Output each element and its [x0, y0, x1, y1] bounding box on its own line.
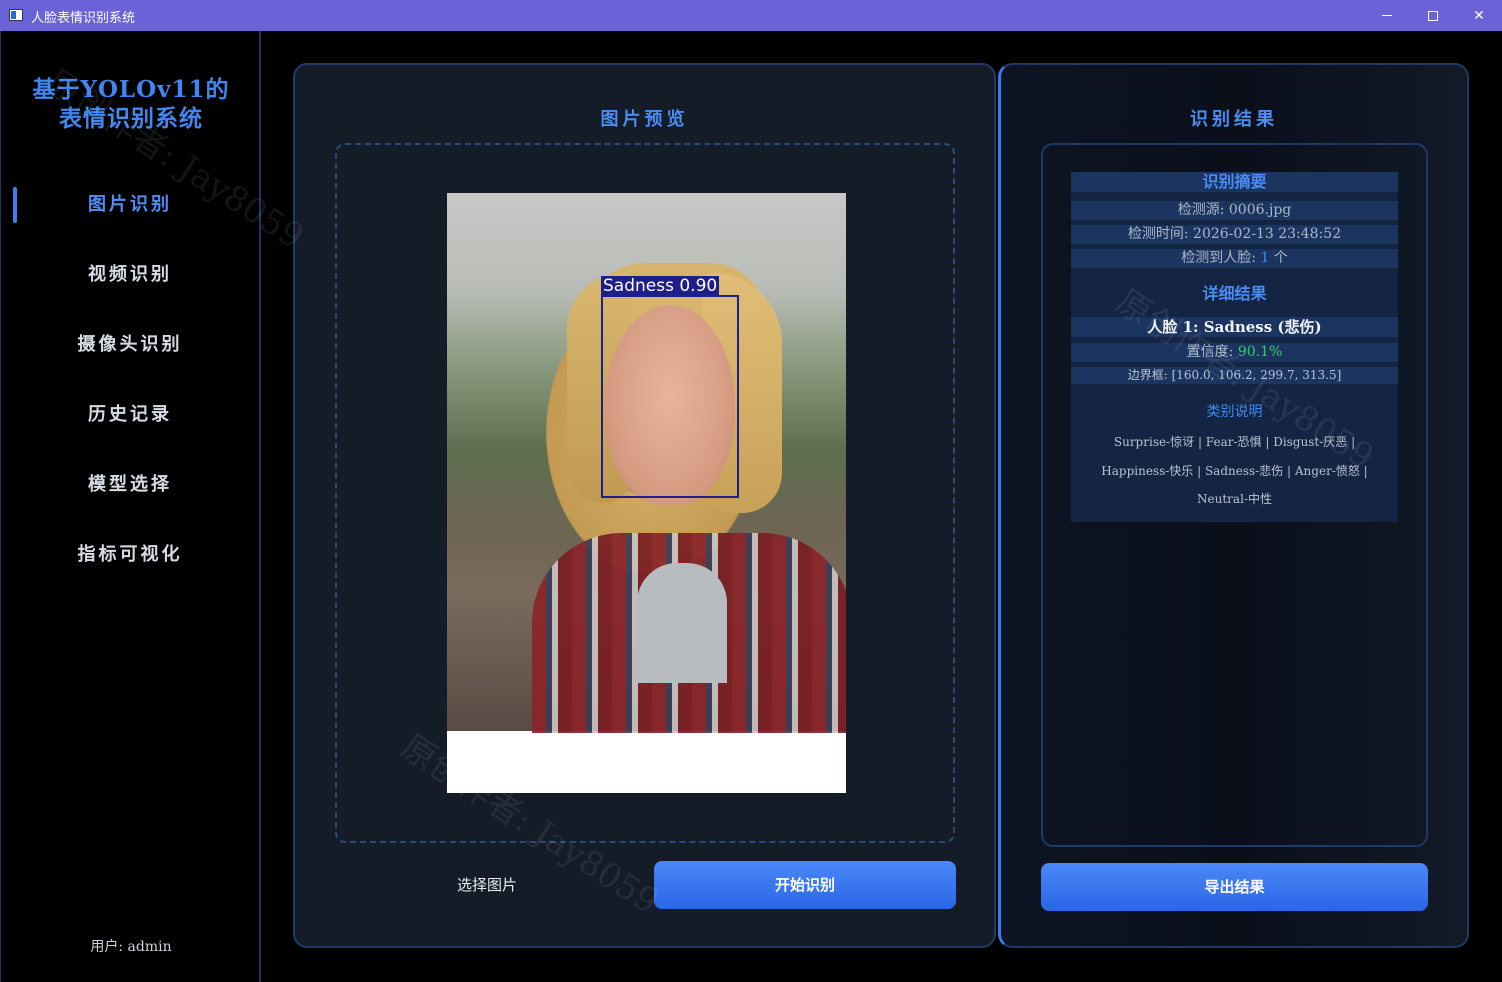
- faces-suffix: 个: [1269, 250, 1288, 266]
- detection-source: 检测源: 0006.jpg: [1071, 201, 1398, 220]
- user-label: 用户: admin: [90, 939, 172, 955]
- category-line-2: Happiness-快乐 | Sadness-悲伤 | Anger-愤怒 |: [1101, 464, 1368, 478]
- image-preview-panel: 图片预览 Sadness 0.90 选择图片 开始识别: [293, 63, 996, 948]
- confidence-prefix: 置信度:: [1186, 344, 1238, 360]
- sidebar-item-video-recognition[interactable]: 视频识别: [1, 257, 259, 293]
- brand-line-1: 基于YOLOv11的: [32, 76, 230, 103]
- detection-time: 检测时间: 2026-02-13 23:48:52: [1071, 225, 1398, 244]
- app-icon: [9, 9, 23, 21]
- maximize-button[interactable]: [1410, 0, 1456, 31]
- sidebar-item-history[interactable]: 历史记录: [1, 397, 259, 433]
- title-bar[interactable]: 人脸表情识别系统 ✕: [0, 0, 1502, 31]
- sidebar-item-camera-recognition[interactable]: 摄像头识别: [1, 327, 259, 363]
- category-line-1: Surprise-惊讶 | Fear-恐惧 | Disgust-厌恶 |: [1113, 435, 1356, 449]
- photo-sweater: [637, 563, 727, 683]
- maximize-icon: [1428, 10, 1438, 21]
- summary-title: 识别摘要: [1071, 172, 1398, 192]
- confidence-value: 90.1%: [1237, 344, 1283, 360]
- brand-line-2: 表情识别系统: [59, 105, 203, 132]
- sidebar-item-metrics[interactable]: 指标可视化: [1, 537, 259, 573]
- app-window: 人脸表情识别系统 ✕ 基于YOLOv11的 表情识别系统 图片识别 视频识别 摄…: [0, 0, 1502, 982]
- image-drop-area[interactable]: Sadness 0.90: [335, 143, 955, 843]
- preview-image: Sadness 0.90: [447, 193, 846, 793]
- detail-title: 详细结果: [1202, 284, 1267, 303]
- faces-prefix: 检测到人脸:: [1181, 250, 1261, 266]
- results-title: 识别结果: [1190, 109, 1278, 130]
- category-title: 类别说明: [1206, 404, 1263, 420]
- face-result-line: 人脸 1: Sadness (悲伤): [1071, 317, 1398, 337]
- sidebar-item-model-select[interactable]: 模型选择: [1, 467, 259, 503]
- minimize-icon: [1382, 15, 1392, 16]
- start-recognition-button[interactable]: 开始识别: [654, 861, 956, 909]
- minimize-button[interactable]: [1364, 0, 1410, 31]
- close-icon: ✕: [1473, 7, 1485, 24]
- detection-box: [601, 295, 739, 498]
- results-card: 识别摘要 检测源: 0006.jpg 检测时间: 2026-02-13 23:4…: [1071, 172, 1398, 522]
- export-results-button[interactable]: 导出结果: [1041, 863, 1428, 911]
- results-panel: 识别结果 识别摘要 检测源: 0006.jpg 检测时间: 2026-02-13…: [998, 63, 1469, 948]
- results-box: 识别摘要 检测源: 0006.jpg 检测时间: 2026-02-13 23:4…: [1041, 143, 1428, 847]
- faces-detected: 检测到人脸: 1 个: [1071, 249, 1398, 268]
- sidebar: 基于YOLOv11的 表情识别系统 图片识别 视频识别 摄像头识别 历史记录 模…: [0, 31, 261, 982]
- category-line-3: Neutral-中性: [1197, 492, 1272, 506]
- detection-label: Sadness 0.90: [601, 276, 720, 297]
- app-brand: 基于YOLOv11的 表情识别系统: [1, 75, 261, 133]
- faces-count: 1: [1260, 250, 1270, 266]
- confidence-line: 置信度: 90.1%: [1071, 343, 1398, 362]
- close-button[interactable]: ✕: [1456, 0, 1502, 31]
- window-title: 人脸表情识别系统: [31, 11, 136, 26]
- photo-background: Sadness 0.90: [447, 193, 846, 733]
- bbox-line: 边界框: [160.0, 106.2, 299.7, 313.5]: [1071, 367, 1398, 384]
- preview-title: 图片预览: [600, 109, 689, 130]
- select-image-button[interactable]: 选择图片: [437, 861, 537, 909]
- sidebar-item-image-recognition[interactable]: 图片识别: [1, 187, 259, 223]
